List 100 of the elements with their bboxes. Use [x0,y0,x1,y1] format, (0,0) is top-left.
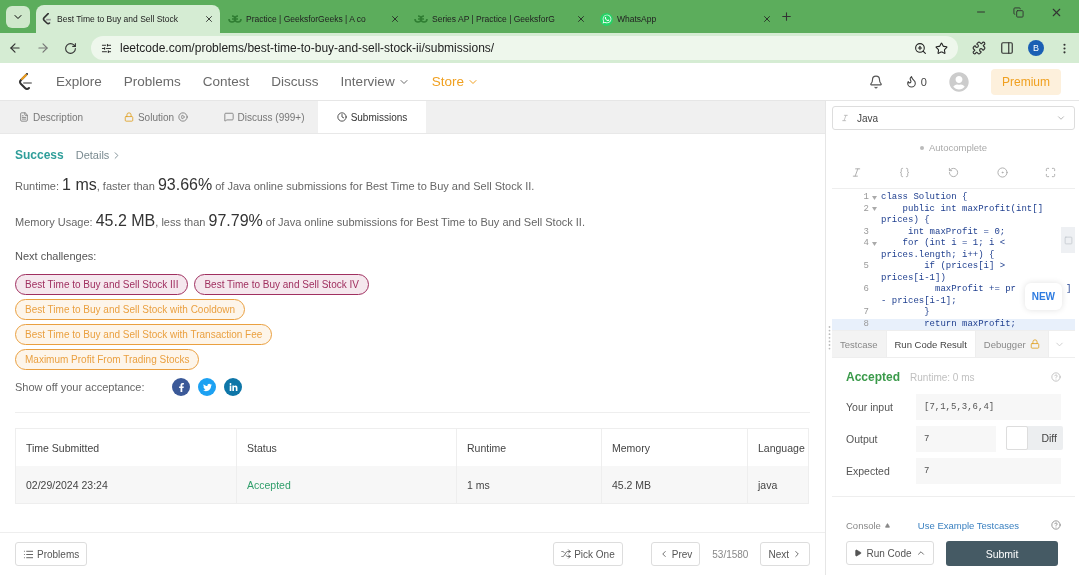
line-number: 2 [862,203,870,215]
console-tab[interactable]: Debugger [975,331,1049,357]
address-bar[interactable]: leetcode.com/problems/best-time-to-buy-and-sell-stock-ii/submissions/ [91,36,958,60]
streak-counter[interactable]: 0 [904,75,927,88]
lock-icon [123,112,134,122]
language-select[interactable]: Java [832,106,1075,130]
logo-icon[interactable] [18,72,34,91]
line-number: 8 [862,318,870,330]
code-line: for (int i = 1; i < [901,238,1006,250]
nav-link[interactable]: Interview [340,74,410,89]
new-badge[interactable]: NEW [1024,283,1062,310]
panel-tab[interactable]: Submissions [318,101,426,133]
field-label: Your input [846,401,894,413]
forward-icon[interactable] [36,41,50,55]
line-number: 3 [862,226,870,238]
chevron-up-icon [915,548,926,558]
tab-search-button[interactable] [6,6,30,28]
reload-icon[interactable] [64,41,77,55]
play-icon [178,112,189,122]
resize-handle-icon[interactable] [827,325,831,351]
logo-icon [228,15,242,23]
profile-avatar[interactable]: B [1028,40,1044,56]
code-line: prices.length; i++) { [881,249,995,261]
nav-link[interactable]: Problems [123,74,181,89]
code-line: public int maxProfit(int[] [901,203,1044,215]
code-line: - prices[i-1]; [881,295,957,307]
play-icon [854,549,863,557]
challenge-link[interactable]: Best Time to Buy and Sell Stock III [15,274,189,295]
linkedin-icon[interactable] [224,378,243,396]
help-icon[interactable] [1051,520,1061,530]
code-line: if (prices[i] > [923,261,1006,273]
example-testcases-link[interactable]: Use Example Testcases [917,519,1020,531]
diff-toggle[interactable]: Diff [1006,426,1063,450]
zoom-icon[interactable] [914,41,927,55]
site-settings-icon[interactable] [101,42,112,54]
close-icon[interactable] [204,14,214,24]
console-tab[interactable]: Testcase [832,331,887,357]
chat-icon [223,112,234,122]
list-icon [23,548,34,560]
browser-tab[interactable]: Series AP | Practice | GeeksforG [408,5,592,33]
extensions-icon[interactable] [972,41,986,55]
chevron-down-icon [1056,113,1066,123]
square-icon [1063,235,1073,245]
italic-icon [841,114,849,122]
chevron-right-icon [792,549,802,559]
result-summary: Runtime: 1 ms, faster than 93.66% of Java online submissions for Best Time to Buy and Sell Stock II. [15,176,536,194]
code-text: ] [1066,284,1072,296]
close-icon[interactable] [762,14,772,24]
browser-tab[interactable]: Practice | GeeksforGeeks | A co [222,5,406,33]
output-field: 7 [916,426,996,452]
column-header: Time Submitted [25,440,101,456]
nav-link[interactable]: Explore [56,74,102,89]
fold-icon[interactable] [872,241,877,246]
code-line: } [923,307,930,319]
info-icon[interactable] [850,167,862,178]
browser-tab[interactable]: Best Time to Buy and Sell Stock [36,5,220,33]
field-label: Output [846,433,879,445]
submit-button[interactable]: Submit [946,541,1058,566]
close-icon[interactable] [390,14,400,24]
run-code-button[interactable]: Run Code [846,541,934,565]
pick-one-button[interactable]: Pick One [553,542,623,566]
bell-icon[interactable] [868,74,883,89]
next-button[interactable]: Next [760,542,810,566]
braces-icon[interactable] [899,167,911,178]
twitter-icon[interactable] [198,378,217,396]
restore-icon[interactable] [1013,5,1024,19]
runtime-text: Runtime: 0 ms [910,371,975,383]
nav-link[interactable]: Discuss [271,74,319,89]
settings-icon[interactable] [996,167,1008,178]
shuffle-icon [561,549,572,559]
line-number: 7 [862,307,870,319]
logo-icon [414,15,428,23]
back-icon[interactable] [8,41,22,55]
code-editor[interactable] [832,188,1075,330]
whatsapp-icon [600,12,613,26]
fold-icon[interactable] [872,207,877,212]
table-cell: java [747,466,808,503]
status-link[interactable]: Accepted [236,466,456,503]
autocomplete-dot[interactable] [919,145,924,150]
status-text: Success [15,148,64,162]
star-icon[interactable] [935,41,948,55]
caret-up-icon [884,522,890,528]
close-icon[interactable] [576,14,586,24]
nav-link[interactable]: Contest [202,74,250,89]
new-tab-icon[interactable] [780,10,793,23]
challenge-link[interactable]: Best Time to Buy and Sell Stock IV [194,274,369,295]
browser-tab[interactable]: WhatsApp [594,5,778,33]
problems-button[interactable]: Problems [15,542,88,566]
code-line: class Solution { [881,192,968,204]
section-label: Next challenges: [15,250,98,262]
reset-icon[interactable] [948,167,959,178]
facebook-icon[interactable] [172,378,191,396]
field-label: Expected [846,465,891,477]
prev-button[interactable]: Prev [650,542,701,566]
clock-icon [336,112,347,122]
fold-icon[interactable] [872,195,877,200]
console-toggle[interactable]: Console [846,519,890,531]
fullscreen-icon[interactable] [1045,167,1057,178]
details-link[interactable]: Details [75,149,123,161]
side-panel-icon[interactable] [1000,41,1014,55]
